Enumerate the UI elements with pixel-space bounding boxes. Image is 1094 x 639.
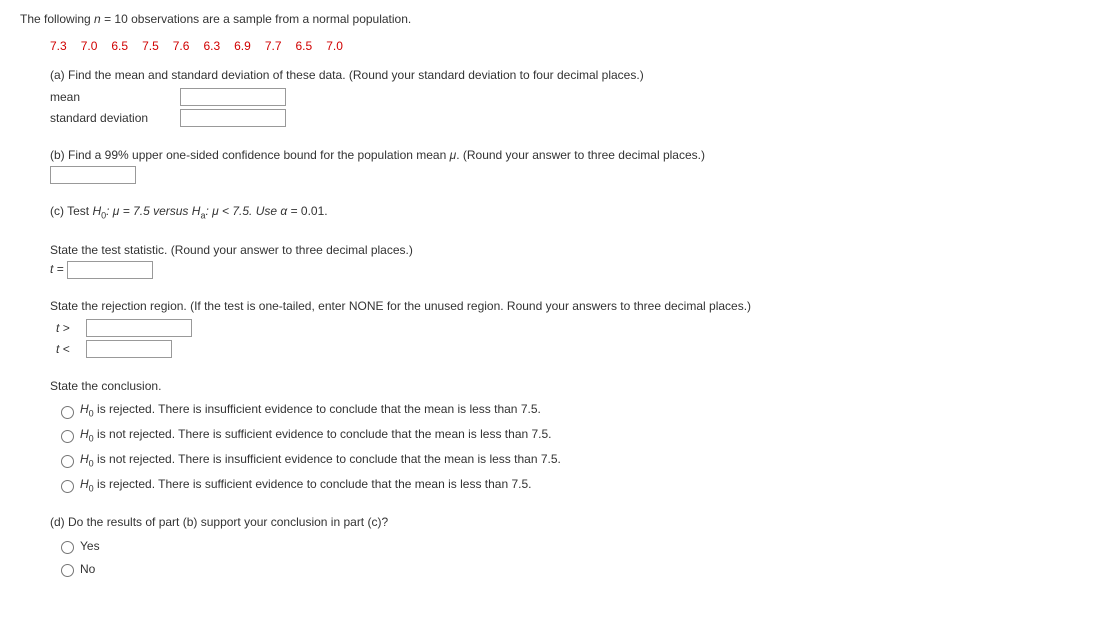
part-b-prompt: (b) Find a 99% upper one-sided confidenc… bbox=[50, 146, 1074, 165]
conclusion-label: H0 is rejected. There is insufficient ev… bbox=[80, 400, 541, 421]
sample-value: 7.0 bbox=[326, 39, 343, 53]
sample-value: 6.9 bbox=[234, 39, 251, 53]
conclusion-radio-3[interactable] bbox=[61, 480, 74, 493]
conclusion-option: H0 is rejected. There is sufficient evid… bbox=[56, 475, 1074, 496]
sample-value: 7.7 bbox=[265, 39, 282, 53]
conclusion-option: H0 is rejected. There is insufficient ev… bbox=[56, 400, 1074, 421]
mean-input[interactable] bbox=[180, 88, 286, 106]
intro-eq: = 10 observations are a sample from a no… bbox=[101, 12, 412, 26]
upper-bound-input[interactable] bbox=[50, 166, 136, 184]
intro-text: The following n = 10 observations are a … bbox=[20, 10, 1074, 29]
mean-label: mean bbox=[50, 88, 180, 107]
t-less-input[interactable] bbox=[86, 340, 172, 358]
t-greater-input[interactable] bbox=[86, 319, 192, 337]
part-d-yes-radio[interactable] bbox=[61, 541, 74, 554]
part-d-no-label: No bbox=[80, 560, 95, 579]
part-d-prompt: (d) Do the results of part (b) support y… bbox=[50, 513, 1074, 532]
part-a-prompt: (a) Find the mean and standard deviation… bbox=[50, 66, 1074, 85]
sample-value: 7.0 bbox=[81, 39, 98, 53]
t-equals-label: t = bbox=[50, 262, 67, 276]
rejection-prompt: State the rejection region. (If the test… bbox=[50, 297, 1074, 316]
conclusion-option: H0 is not rejected. There is insufficien… bbox=[56, 450, 1074, 471]
conclusion-heading: State the conclusion. bbox=[50, 377, 1074, 396]
part-d-yes-label: Yes bbox=[80, 537, 100, 556]
conclusion-radio-1[interactable] bbox=[61, 430, 74, 443]
conclusion-label: H0 is not rejected. There is insufficien… bbox=[80, 450, 561, 471]
test-stat-prompt: State the test statistic. (Round your an… bbox=[50, 241, 1074, 260]
intro-n: n bbox=[94, 12, 101, 26]
conclusion-option: H0 is not rejected. There is sufficient … bbox=[56, 425, 1074, 446]
sample-value: 6.5 bbox=[111, 39, 128, 53]
t-greater-label: t > bbox=[56, 319, 86, 338]
conclusion-label: H0 is not rejected. There is sufficient … bbox=[80, 425, 552, 446]
sample-value: 7.6 bbox=[173, 39, 190, 53]
intro-prefix: The following bbox=[20, 12, 94, 26]
sd-label: standard deviation bbox=[50, 109, 180, 128]
sample-value: 7.3 bbox=[50, 39, 67, 53]
part-d-no-radio[interactable] bbox=[61, 564, 74, 577]
sample-value: 7.5 bbox=[142, 39, 159, 53]
t-less-label: t < bbox=[56, 340, 86, 359]
test-stat-input[interactable] bbox=[67, 261, 153, 279]
conclusion-radio-0[interactable] bbox=[61, 406, 74, 419]
sample-value: 6.5 bbox=[296, 39, 313, 53]
sample-data-row: 7.3 7.0 6.5 7.5 7.6 6.3 6.9 7.7 6.5 7.0 bbox=[20, 37, 1074, 56]
part-c-prompt: (c) Test H0: μ = 7.5 versus Ha: μ < 7.5.… bbox=[50, 202, 1074, 223]
sample-value: 6.3 bbox=[203, 39, 220, 53]
sd-input[interactable] bbox=[180, 109, 286, 127]
conclusion-label: H0 is rejected. There is sufficient evid… bbox=[80, 475, 532, 496]
conclusion-radio-2[interactable] bbox=[61, 455, 74, 468]
